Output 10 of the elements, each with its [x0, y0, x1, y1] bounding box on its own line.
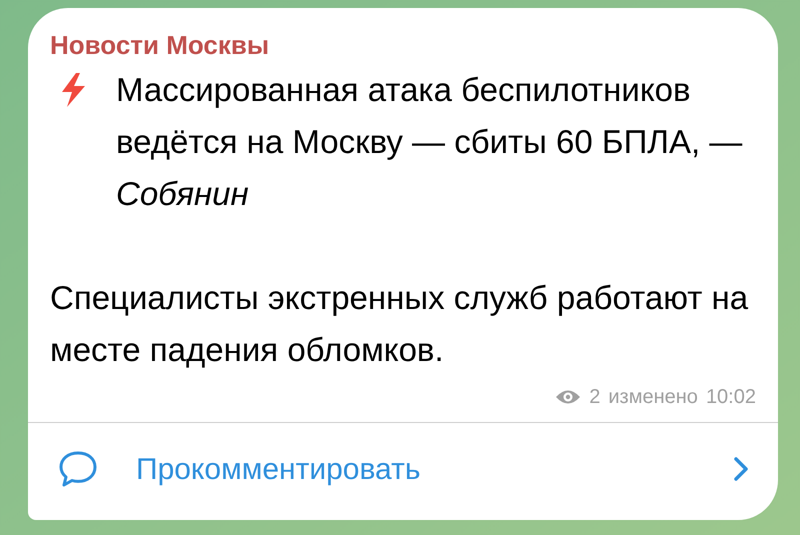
message-text: Массированная атака беспилотников ведётся на Москву — сбиты 60 БПЛА, — Собянин: [116, 70, 744, 214]
message-time: 10:02: [706, 385, 756, 410]
chevron-right-icon: [734, 457, 748, 481]
comment-button[interactable]: Прокомментировать: [28, 423, 778, 515]
view-count: 2: [589, 385, 600, 410]
channel-name[interactable]: Новости Москвы: [50, 28, 756, 62]
eye-icon: [555, 388, 582, 406]
edited-label: изменено: [608, 385, 698, 410]
speech-bubble-icon: [58, 450, 98, 488]
message-text: Специалисты экстренных служб работают на месте падения обломков.: [50, 278, 750, 370]
